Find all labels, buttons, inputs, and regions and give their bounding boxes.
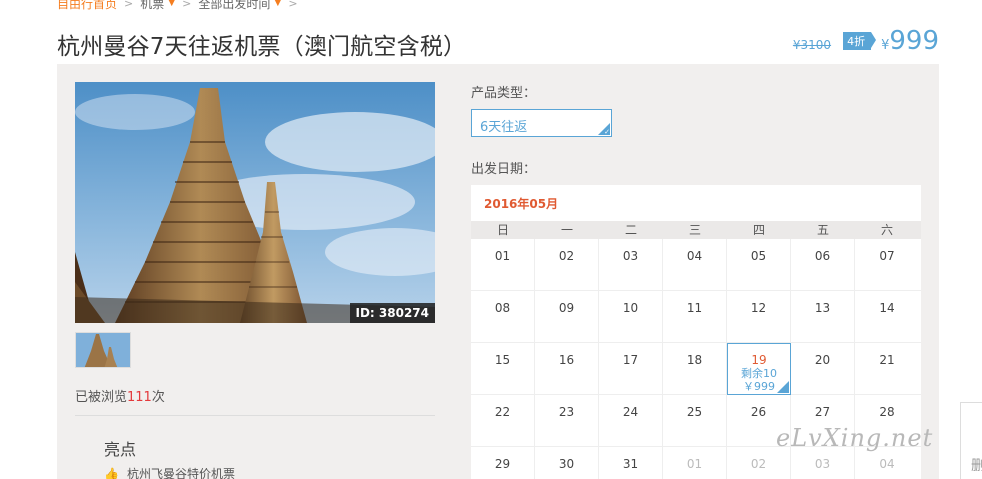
calendar-day[interactable]: 13: [791, 291, 855, 343]
calendar-day[interactable]: 11: [663, 291, 727, 343]
side-toolbar[interactable]: 删: [960, 402, 982, 479]
calendar-day[interactable]: 15: [471, 343, 535, 395]
thumbnail-image: [76, 333, 130, 367]
highlight-item: 👍 杭州飞曼谷特价机票: [104, 465, 235, 479]
calendar-day[interactable]: 16: [535, 343, 599, 395]
calendar-day[interactable]: 21: [855, 343, 919, 395]
calendar-day[interactable]: 02: [535, 239, 599, 291]
calendar-day[interactable]: 10: [599, 291, 663, 343]
view-count: 已被浏览111次: [75, 386, 165, 405]
calendar-day[interactable]: 06: [791, 239, 855, 291]
chevron-right-icon: >: [288, 0, 298, 10]
calendar-week: 15 16 17 18 19 剩余10 ￥999 20 21: [471, 343, 921, 395]
calendar-day[interactable]: 09: [535, 291, 599, 343]
calendar-day[interactable]: 17: [599, 343, 663, 395]
photo-id-label: ID: 380274: [349, 303, 435, 323]
view-count-number: 111: [127, 390, 152, 405]
chevron-right-icon: >: [124, 0, 134, 10]
calendar-week: 08 09 10 11 12 13 14: [471, 291, 921, 343]
calendar-day[interactable]: 23: [535, 395, 599, 447]
price-box: ¥3100 4折 ¥ 999: [793, 26, 939, 56]
highlight-item-text: 杭州飞曼谷特价机票: [126, 467, 235, 479]
site-watermark: eLvXing.net: [776, 424, 934, 452]
calendar-day[interactable]: 04: [663, 239, 727, 291]
calendar-day[interactable]: 18: [663, 343, 727, 395]
product-panel: ID: 380274 已被浏览111次 亮点 👍 杭州飞曼谷特价机票 产品类型：…: [57, 64, 939, 479]
calendar-day[interactable]: 12: [727, 291, 791, 343]
weekday-label: 二: [624, 223, 637, 237]
calendar-day[interactable]: 01: [471, 239, 535, 291]
caret-down-icon[interactable]: ▼: [168, 0, 175, 8]
selected-corner-icon: [777, 381, 789, 393]
view-count-prefix: 已被浏览: [75, 390, 128, 405]
weekday-label: 四: [752, 223, 765, 237]
breadcrumb-time-filter[interactable]: 全部出发时间: [198, 0, 270, 12]
calendar-day[interactable]: 07: [855, 239, 919, 291]
calendar-day-selected[interactable]: 19 剩余10 ￥999: [727, 343, 791, 395]
calendar-day[interactable]: 05: [727, 239, 791, 291]
calendar-day[interactable]: 31: [599, 447, 663, 479]
weekday-label: 一: [560, 223, 573, 237]
calendar-day[interactable]: 25: [663, 395, 727, 447]
breadcrumb-home-link[interactable]: 自由行首页: [57, 0, 117, 12]
product-type-label: 产品类型：: [471, 86, 537, 101]
calendar-day[interactable]: 14: [855, 291, 919, 343]
product-title: 杭州曼谷7天往返机票（澳门航空含税）: [57, 34, 467, 60]
breadcrumb-category-link[interactable]: 机票: [140, 0, 164, 12]
currency-symbol: ¥: [881, 38, 890, 53]
selected-day-number: 19: [751, 353, 767, 367]
product-type-option[interactable]: 6天往返 ✓: [471, 109, 612, 137]
calendar-month: 2016年05月: [484, 197, 559, 211]
weekday-label: 五: [816, 223, 829, 237]
main-photo[interactable]: ID: 380274: [75, 82, 435, 323]
temple-photo: [75, 82, 435, 323]
original-price: ¥3100: [792, 38, 832, 52]
weekday-label: 六: [880, 223, 893, 237]
calendar-day[interactable]: 03: [599, 239, 663, 291]
breadcrumb: 自由行首页 > 机票 ▼ > 全部出发时间 ▼ >: [57, 0, 305, 11]
calendar-day-next-month: 01: [663, 447, 727, 479]
calendar-week: 01 02 03 04 05 06 07: [471, 239, 921, 291]
calendar-weekday-header: 日 一 二 三 四 五 六: [471, 221, 921, 239]
chevron-right-icon: >: [182, 0, 192, 10]
discount-badge: 4折: [843, 32, 877, 50]
highlights-title: 亮点: [104, 440, 137, 459]
photo-thumbnail[interactable]: [75, 332, 131, 368]
calendar-day[interactable]: 20: [791, 343, 855, 395]
view-count-suffix: 次: [151, 390, 165, 405]
weekday-label: 日: [496, 223, 509, 237]
remaining-seats: 剩余10: [741, 367, 777, 380]
side-toolbar-label: 删: [971, 458, 982, 474]
calendar-day[interactable]: 29: [471, 447, 535, 479]
caret-down-icon[interactable]: ▼: [274, 0, 281, 8]
calendar-day[interactable]: 24: [599, 395, 663, 447]
check-icon: ✓: [604, 128, 610, 136]
product-type-value: 6天往返: [480, 120, 528, 135]
weekday-label: 三: [688, 223, 701, 237]
thumbs-up-icon: 👍: [104, 466, 119, 479]
departure-date-label: 出发日期：: [471, 162, 537, 177]
calendar-day[interactable]: 30: [535, 447, 599, 479]
divider: [75, 415, 435, 416]
calendar-day[interactable]: 22: [471, 395, 535, 447]
calendar-day[interactable]: 08: [471, 291, 535, 343]
current-price: 999: [889, 26, 939, 56]
